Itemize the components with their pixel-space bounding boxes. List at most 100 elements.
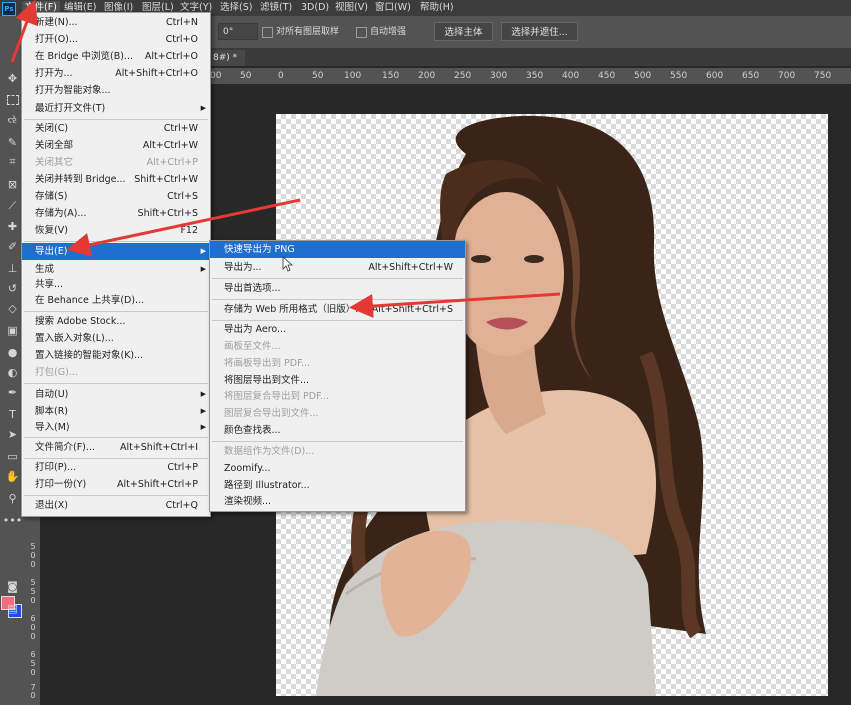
frame-icon[interactable]: ⊠	[4, 176, 21, 192]
menu-item-paths-to-illustrator[interactable]: 路径到 Illustrator...	[210, 477, 465, 494]
document-tab[interactable]: 8#) *	[205, 50, 246, 66]
dodge-icon[interactable]: ◐	[4, 364, 21, 380]
menu-item-import[interactable]: 导入(M) ▶	[22, 419, 210, 436]
auto-enhance-checkbox[interactable]	[356, 27, 367, 38]
ruler-label: 750	[814, 71, 832, 81]
path-select-icon[interactable]: ➤	[4, 426, 21, 442]
gradient-icon[interactable]: ▣	[4, 322, 21, 338]
menu-item-save-for-web[interactable]: 存储为 Web 所用格式（旧版）... Alt+Shift+Ctrl+S	[210, 301, 465, 318]
menu-3d[interactable]: 3D(D)	[298, 1, 332, 15]
ruler-label: 0	[30, 691, 36, 700]
submenu-arrow-icon: ▶	[200, 104, 206, 112]
ruler-label: 6	[30, 650, 36, 659]
menu-item-close[interactable]: 关闭(C) Ctrl+W	[22, 120, 210, 137]
menu-item-print-one[interactable]: 打印一份(Y) Alt+Shift+Ctrl+P	[22, 476, 210, 493]
ruler-label: 5	[30, 659, 36, 668]
crop-icon[interactable]: ⌗	[4, 154, 21, 170]
menu-item-print[interactable]: 打印(P)... Ctrl+P	[22, 459, 210, 476]
menu-separator	[212, 441, 463, 442]
menu-window[interactable]: 窗口(W)	[372, 1, 414, 15]
ruler-label: 5	[30, 587, 36, 596]
ruler-label: 00	[210, 71, 222, 81]
ruler-label: 550	[670, 71, 688, 81]
history-brush-icon[interactable]: ↺	[4, 280, 21, 296]
eraser-icon[interactable]: ◇	[4, 300, 21, 316]
ruler-label: 600	[706, 71, 724, 81]
sample-all-layers-checkbox[interactable]	[262, 27, 273, 38]
lasso-icon[interactable]: ઌ	[4, 112, 21, 128]
menu-item-new[interactable]: 新建(N)... Ctrl+N	[22, 14, 210, 31]
move-icon[interactable]: ✥	[4, 70, 21, 86]
select-and-mask-button[interactable]: 选择并遮住...	[501, 22, 578, 41]
menu-item-layer-comps-to-pdf: 将图层复合导出到 PDF...	[224, 391, 330, 402]
menu-item-zoomify[interactable]: Zoomify...	[210, 460, 465, 477]
menu-separator	[24, 241, 208, 242]
menu-item-export-as[interactable]: 导出为... Alt+Shift+Ctrl+W	[210, 259, 465, 276]
menu-item-close-goto-bridge[interactable]: 关闭并转到 Bridge... Shift+Ctrl+W	[22, 171, 210, 188]
export-submenu: 快速导出为 PNG 导出为... Alt+Shift+Ctrl+W 导出首选项..…	[209, 240, 466, 512]
menu-item-share-behance[interactable]: 在 Behance 上共享(D)...	[22, 292, 210, 309]
pen-icon[interactable]: ✒	[4, 384, 21, 400]
hand-icon[interactable]: ✋	[4, 468, 21, 484]
menu-item-file-info[interactable]: 文件简介(F)... Alt+Shift+Ctrl+I	[22, 439, 210, 456]
menu-item-save-as[interactable]: 存储为(A)... Shift+Ctrl+S	[22, 205, 210, 222]
quick-select-icon[interactable]: ✎	[4, 134, 21, 150]
menu-item-layers-to-files[interactable]: 将图层导出到文件...	[210, 372, 465, 389]
menu-help[interactable]: 帮助(H)	[417, 1, 457, 15]
menu-item-browse-bridge[interactable]: 在 Bridge 中浏览(B)... Alt+Ctrl+O	[22, 48, 210, 65]
angle-field[interactable]: 0°	[218, 23, 258, 40]
menu-view[interactable]: 视图(V)	[332, 1, 371, 15]
eyedropper-icon[interactable]: ⟋	[4, 198, 21, 214]
shape-icon[interactable]: ▭	[4, 448, 21, 464]
ruler-label: 0	[30, 551, 36, 560]
menu-item-place-linked[interactable]: 置入链接的智能对象(K)...	[22, 347, 210, 364]
menu-item-data-sets-as-files: 数据组作为文件(D)...	[224, 446, 315, 457]
brush-icon[interactable]: ✐	[4, 238, 21, 254]
stamp-icon[interactable]: ⊥	[4, 260, 21, 276]
healing-icon[interactable]: ✚	[4, 218, 21, 234]
ruler-label: 0	[278, 71, 284, 81]
menu-item-save[interactable]: 存储(S) Ctrl+S	[22, 188, 210, 205]
menu-item-quick-export-png[interactable]: 快速导出为 PNG	[210, 241, 465, 258]
type-icon[interactable]: T	[4, 406, 21, 422]
menu-item-automate[interactable]: 自动(U) ▶	[22, 386, 210, 403]
submenu-arrow-icon: ▶	[200, 390, 206, 398]
menu-item-open-smart-object[interactable]: 打开为智能对象...	[22, 82, 210, 99]
menu-item-open[interactable]: 打开(O)... Ctrl+O	[22, 31, 210, 48]
menu-item-exit[interactable]: 退出(X) Ctrl+Q	[22, 497, 210, 514]
quick-mask-icon[interactable]: ◙	[4, 578, 21, 594]
ruler-label: 250	[454, 71, 472, 81]
menu-item-place-embedded[interactable]: 置入嵌入对象(L)...	[22, 330, 210, 347]
menu-item-artboards-to-files: 画板至文件...	[224, 341, 281, 352]
menu-item-close-all[interactable]: 关闭全部 Alt+Ctrl+W	[22, 137, 210, 154]
menu-item-artboards-to-pdf: 将画板导出到 PDF...	[224, 358, 311, 369]
menu-item-export-preferences[interactable]: 导出首选项...	[210, 280, 465, 297]
menu-item-export[interactable]: 导出(E) ▶	[22, 243, 210, 260]
menu-filter[interactable]: 滤镜(T)	[257, 1, 295, 15]
menu-item-package: 打包(G)...	[35, 367, 78, 378]
menu-item-render-video[interactable]: 渲染视频...	[210, 493, 465, 510]
ruler-label: 5	[30, 542, 36, 551]
menu-select[interactable]: 选择(S)	[217, 1, 255, 15]
more-icon[interactable]: •••	[3, 512, 22, 528]
ruler-label: 0	[30, 632, 36, 641]
menu-item-export-aero[interactable]: 导出为 Aero...	[210, 321, 465, 338]
menu-item-color-lookup-tables[interactable]: 颜色查找表...	[210, 422, 465, 439]
blur-icon[interactable]: ●	[4, 344, 21, 360]
app-logo-icon: Ps	[2, 2, 16, 16]
zoom-icon[interactable]: ⚲	[4, 490, 21, 506]
submenu-arrow-icon: ▶	[200, 247, 206, 255]
menu-item-search-stock[interactable]: 搜索 Adobe Stock...	[22, 313, 210, 330]
menu-item-scripts[interactable]: 脚本(R) ▶	[22, 403, 210, 420]
auto-enhance-label: 自动增强	[370, 27, 407, 37]
marquee-icon[interactable]	[4, 92, 21, 108]
ruler-label: 400	[562, 71, 580, 81]
screen-mode-icon[interactable]: ▤	[4, 600, 21, 616]
ruler-label: 100	[344, 71, 362, 81]
menu-item-open-as[interactable]: 打开为... Alt+Shift+Ctrl+O	[22, 65, 210, 82]
select-subject-button[interactable]: 选择主体	[434, 22, 493, 41]
ruler-label: 5	[30, 578, 36, 587]
menu-item-recent-files[interactable]: 最近打开文件(T) ▶	[22, 100, 210, 117]
menu-item-share[interactable]: 共享...	[22, 276, 210, 293]
menu-item-revert[interactable]: 恢复(V) F12	[22, 222, 210, 239]
